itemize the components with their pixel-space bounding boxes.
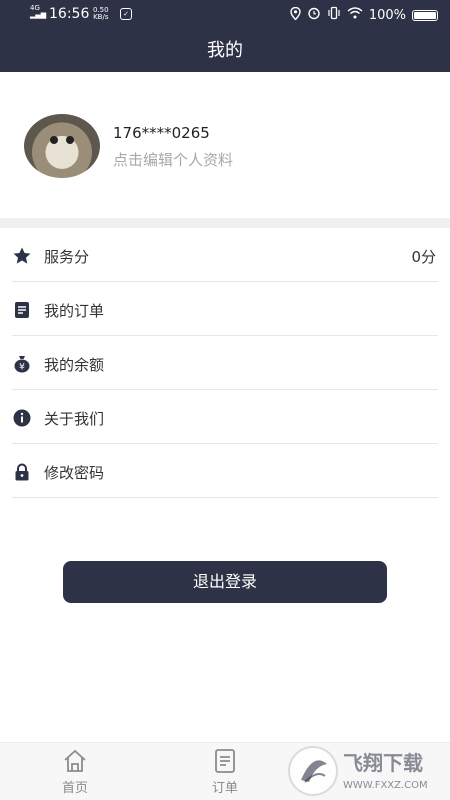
svg-text:¥: ¥: [19, 363, 25, 373]
logout-button[interactable]: 退出登录: [63, 561, 387, 603]
money-bag-icon: ¥: [12, 354, 32, 374]
star-icon: [12, 246, 32, 266]
menu-item-about-us[interactable]: 关于我们: [12, 390, 438, 444]
location-icon: [290, 6, 301, 24]
menu-item-service-score[interactable]: 服务分 0分: [12, 228, 438, 282]
tab-home-label: 首页: [61, 781, 88, 796]
menu-item-label: 我的订单: [44, 302, 105, 320]
edit-profile-link[interactable]: 点击编辑个人资料: [113, 149, 233, 170]
network-speed: 0.50 KB/s: [93, 7, 109, 21]
menu-list: 服务分 0分 我的订单 ¥ 我的余额 关于我们 修改密码: [0, 228, 450, 498]
signal-bars-icon: ▂▄▆: [30, 11, 47, 19]
menu-item-label: 修改密码: [44, 464, 105, 482]
menu-item-my-orders[interactable]: 我的订单: [12, 282, 438, 336]
watermark-url: WWW.FXXZ.COM: [343, 780, 428, 791]
status-time: 16:56: [49, 6, 90, 22]
tab-orders[interactable]: 订单: [195, 747, 255, 796]
battery-percent: 100%: [368, 7, 406, 23]
info-icon: [12, 408, 32, 428]
status-bar: 4G ▂▄▆ 16:56 0.50 KB/s ✓ 100%: [0, 0, 450, 30]
network-indicator: 4G ▂▄▆: [30, 5, 46, 19]
notification-app-icon: ✓: [120, 8, 132, 20]
status-icons: 100%: [290, 6, 438, 24]
menu-item-my-balance[interactable]: ¥ 我的余额: [12, 336, 438, 390]
watermark-logo: 飞翔下载 WWW.FXXZ.COM: [283, 742, 450, 800]
home-icon: [61, 747, 89, 775]
tab-home[interactable]: 首页: [45, 747, 105, 796]
profile-phone: 176****0265: [113, 124, 210, 142]
avatar[interactable]: [24, 114, 100, 178]
page-title: 我的: [207, 40, 243, 61]
service-score-value: 0分: [411, 248, 436, 266]
speed-unit: KB/s: [93, 13, 109, 21]
tab-orders-label: 订单: [211, 781, 238, 796]
wifi-icon: [347, 7, 363, 23]
menu-item-label: 关于我们: [44, 410, 105, 428]
lock-icon: [12, 462, 32, 482]
menu-item-label: 服务分: [44, 248, 90, 266]
orders-icon: [211, 747, 239, 775]
watermark-brand: 飞翔下载: [343, 751, 423, 775]
vibrate-icon: [327, 6, 341, 24]
page-title-bar: 我的: [0, 30, 450, 72]
menu-item-label: 我的余额: [44, 356, 105, 374]
menu-item-change-password[interactable]: 修改密码: [12, 444, 438, 498]
document-icon: [12, 300, 32, 320]
profile-section[interactable]: 176****0265 点击编辑个人资料: [0, 72, 450, 218]
alarm-icon: [307, 6, 321, 24]
section-divider: [0, 218, 450, 228]
battery-icon: [412, 9, 438, 21]
